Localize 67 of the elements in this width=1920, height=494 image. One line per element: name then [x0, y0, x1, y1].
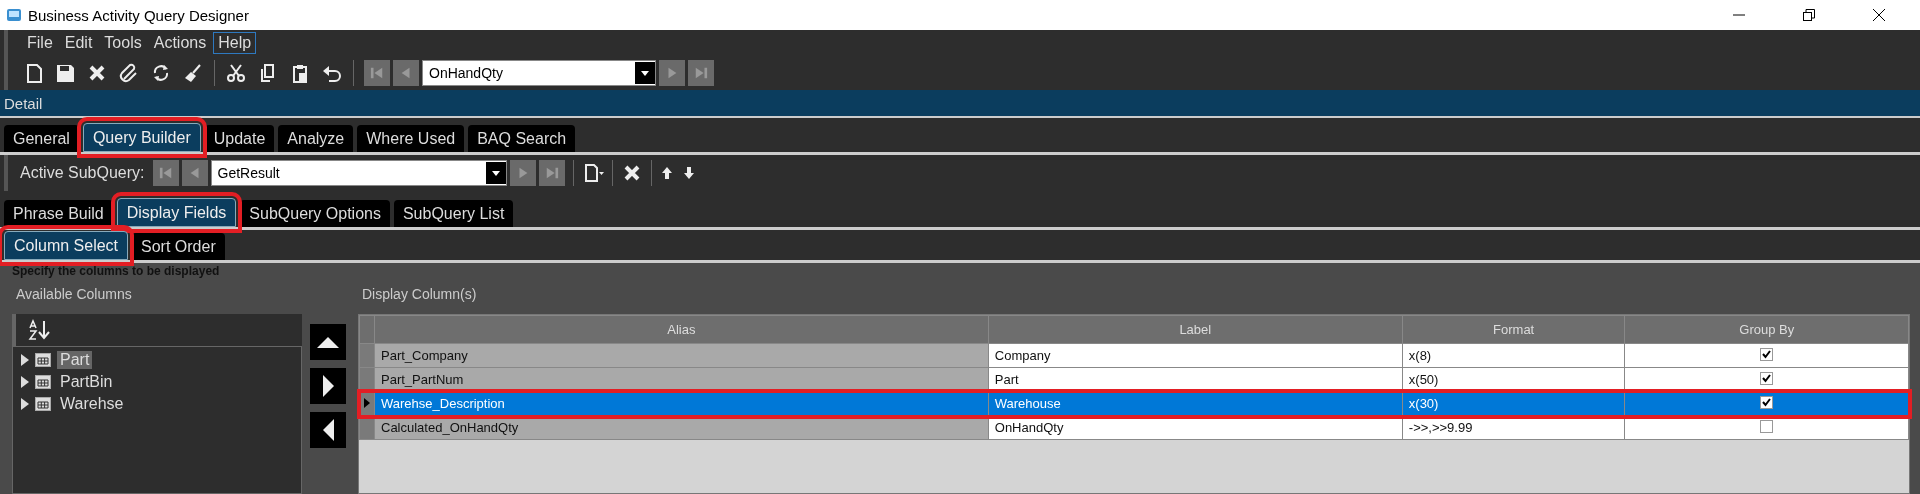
next-button[interactable] [509, 160, 536, 186]
table-row[interactable]: Calculated_OnHandQty OnHandQty ->>,>>9.99 [359, 415, 1909, 440]
window-title: Business Activity Query Designer [28, 6, 250, 24]
checked-checkbox[interactable] [1760, 371, 1774, 385]
triangle-left-icon [322, 419, 334, 441]
triangle-up-icon [317, 336, 339, 348]
tree-item[interactable]: Part [57, 351, 93, 369]
tab[interactable]: Analyze [278, 125, 354, 152]
close-icon[interactable] [1873, 9, 1885, 21]
tab[interactable]: SubQuery Options [240, 200, 390, 227]
record-dropdown[interactable]: OnHandQty [422, 60, 656, 86]
previous-icon [399, 65, 413, 81]
add-column-button[interactable] [310, 368, 346, 404]
expand-icon[interactable] [21, 376, 29, 388]
tree-item[interactable]: Warehse [57, 395, 127, 413]
triangle-right-icon [322, 375, 334, 397]
app-icon [6, 7, 22, 23]
move-up-button[interactable] [310, 324, 346, 360]
first-icon [370, 65, 384, 81]
paperclip-icon[interactable] [118, 62, 140, 84]
tab[interactable]: Where Used [357, 125, 465, 152]
restore-icon[interactable] [1803, 9, 1815, 21]
remove-column-button[interactable] [310, 412, 346, 448]
table-icon [35, 375, 51, 389]
scissors-icon[interactable] [225, 62, 247, 84]
table-row[interactable]: Warehse_Description Warehouse x(30) [359, 391, 1909, 416]
instruction-text: Specify the columns to be displayed [12, 264, 221, 278]
last-icon [694, 65, 708, 81]
tab[interactable]: BAQ Search [468, 125, 576, 152]
checkbox[interactable] [1760, 419, 1774, 433]
current-row-icon [364, 398, 370, 408]
column-header[interactable]: Alias [374, 315, 989, 344]
dropdown-icon [491, 170, 500, 176]
column-header[interactable]: Format [1402, 315, 1625, 344]
tab[interactable]: SubQuery List [393, 200, 514, 227]
tab[interactable]: Phrase Build [4, 200, 113, 227]
menu-item[interactable]: File [22, 32, 58, 54]
first-icon [158, 165, 173, 181]
section-header: Detail [0, 90, 1920, 118]
first-button[interactable] [152, 160, 179, 186]
column-header[interactable]: Group By [1625, 315, 1909, 344]
menu-item[interactable]: Tools [99, 32, 147, 54]
last-icon [544, 165, 559, 181]
table-icon [35, 397, 51, 411]
menu-item[interactable]: Help [213, 32, 257, 54]
tab[interactable]: Update [204, 125, 275, 152]
table-icon [35, 353, 51, 367]
field-label: Active SubQuery: [20, 164, 145, 182]
menu-item[interactable]: Edit [59, 32, 98, 54]
panel-title: Available Columns [16, 286, 133, 304]
tab[interactable]: General [4, 125, 79, 152]
menu-item[interactable]: Actions [148, 32, 212, 54]
table-row[interactable]: Part_Company Company x(8) [359, 343, 1909, 368]
dropdown-icon [641, 70, 649, 76]
checked-checkbox[interactable] [1760, 347, 1774, 361]
tab[interactable]: Sort Order [132, 233, 225, 260]
save-icon[interactable] [54, 62, 76, 84]
subquery-dropdown[interactable]: GetResult [210, 160, 507, 186]
previous-button[interactable] [181, 160, 208, 186]
checked-checkbox[interactable] [1760, 395, 1774, 409]
last-button[interactable] [538, 160, 565, 186]
panel-title: Display Column(s) [362, 286, 478, 304]
tree-item[interactable]: PartBin [57, 373, 116, 391]
table-row[interactable]: Part_PartNum Part x(50) [359, 367, 1909, 392]
expand-icon[interactable] [21, 354, 29, 366]
expand-icon[interactable] [21, 398, 29, 410]
column-header[interactable]: Label [988, 315, 1403, 344]
